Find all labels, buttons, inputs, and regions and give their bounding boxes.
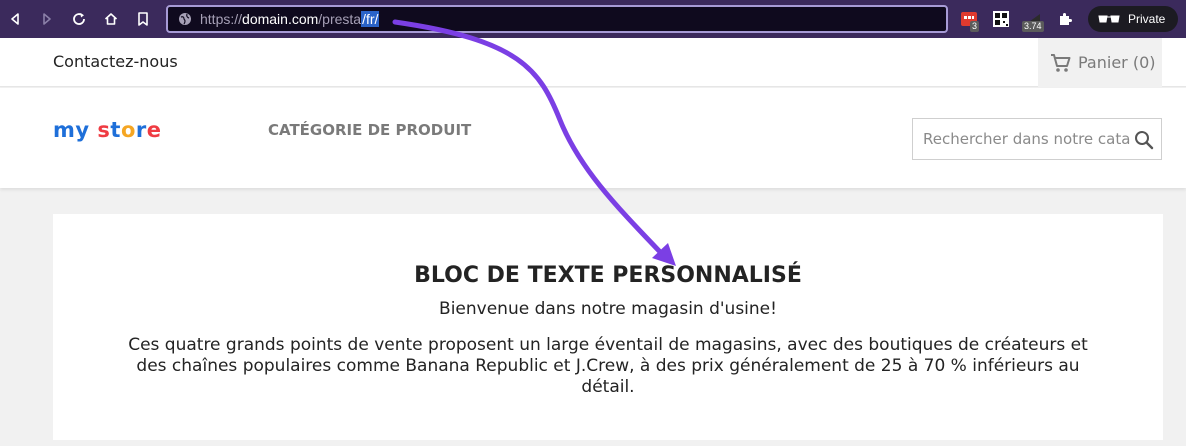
url-text: https://domain.com/presta/fr/ — [200, 11, 380, 27]
forward-button[interactable] — [34, 6, 60, 32]
logo-letter: e — [146, 118, 162, 142]
logo-letter: m — [53, 118, 76, 142]
welcome-text: Bienvenue dans notre magasin d'usine! — [439, 299, 777, 319]
address-bar[interactable]: https://domain.com/presta/fr/ — [166, 5, 948, 33]
extension-dark-badge: 3.74 — [1022, 21, 1044, 32]
site-header: my store CATÉGORIE DE PRODUIT — [0, 88, 1186, 188]
shopping-cart-icon — [1051, 53, 1071, 72]
reload-icon — [73, 13, 85, 25]
description-text: Ces quatre grands points de vente propos… — [128, 335, 1088, 397]
contact-link[interactable]: Contactez-nous — [53, 52, 178, 71]
url-protocol: https:// — [200, 11, 243, 27]
search-icon[interactable] — [1134, 130, 1154, 150]
search-box — [912, 118, 1162, 160]
logo-letter: o — [120, 118, 136, 142]
bookmark-icon — [138, 12, 148, 26]
bookmark-button[interactable] — [130, 6, 156, 32]
private-mode-indicator[interactable]: Private — [1088, 6, 1178, 32]
home-icon — [104, 13, 118, 25]
logo-letter: s — [97, 118, 111, 142]
extension-dark-button[interactable]: 3.74 — [1022, 8, 1044, 32]
url-path: /presta — [318, 11, 362, 27]
search-input[interactable] — [913, 119, 1161, 159]
qr-code-icon — [993, 11, 1009, 27]
private-label: Private — [1128, 12, 1166, 26]
custom-text-block: BLOC DE TEXTE PERSONNALISÉ Bienvenue dan… — [53, 214, 1163, 440]
url-selected-segment: /fr/ — [361, 11, 380, 27]
extension-todo-badge: 3 — [970, 21, 980, 32]
logo-letter: t — [110, 118, 121, 142]
site-top-bar: Contactez-nous Panier (0) — [0, 38, 1186, 87]
nav-category-link[interactable]: CATÉGORIE DE PRODUIT — [268, 121, 471, 139]
puzzle-icon — [1060, 13, 1072, 25]
globe-icon — [179, 13, 191, 25]
browser-toolbar: https://domain.com/presta/fr/ 3 3.74 Pri… — [0, 0, 1186, 38]
custom-text-title: BLOC DE TEXTE PERSONNALISÉ — [414, 263, 802, 288]
back-button[interactable] — [2, 6, 28, 32]
back-arrow-icon — [11, 13, 19, 25]
url-host: domain.com — [242, 11, 319, 27]
extension-todo-button[interactable]: 3 — [958, 8, 980, 32]
store-logo[interactable]: my store — [53, 118, 162, 142]
extension-qr-button[interactable] — [990, 8, 1012, 30]
home-button[interactable] — [98, 6, 124, 32]
logo-letter: r — [135, 118, 147, 142]
extensions-button[interactable] — [1054, 8, 1076, 30]
private-glasses-icon — [1098, 15, 1120, 23]
forward-arrow-icon — [43, 13, 51, 25]
cart-label: Panier (0) — [1078, 53, 1156, 72]
reload-button[interactable] — [66, 6, 92, 32]
logo-letter: y — [75, 118, 90, 142]
cart-button[interactable]: Panier (0) — [1038, 38, 1162, 87]
